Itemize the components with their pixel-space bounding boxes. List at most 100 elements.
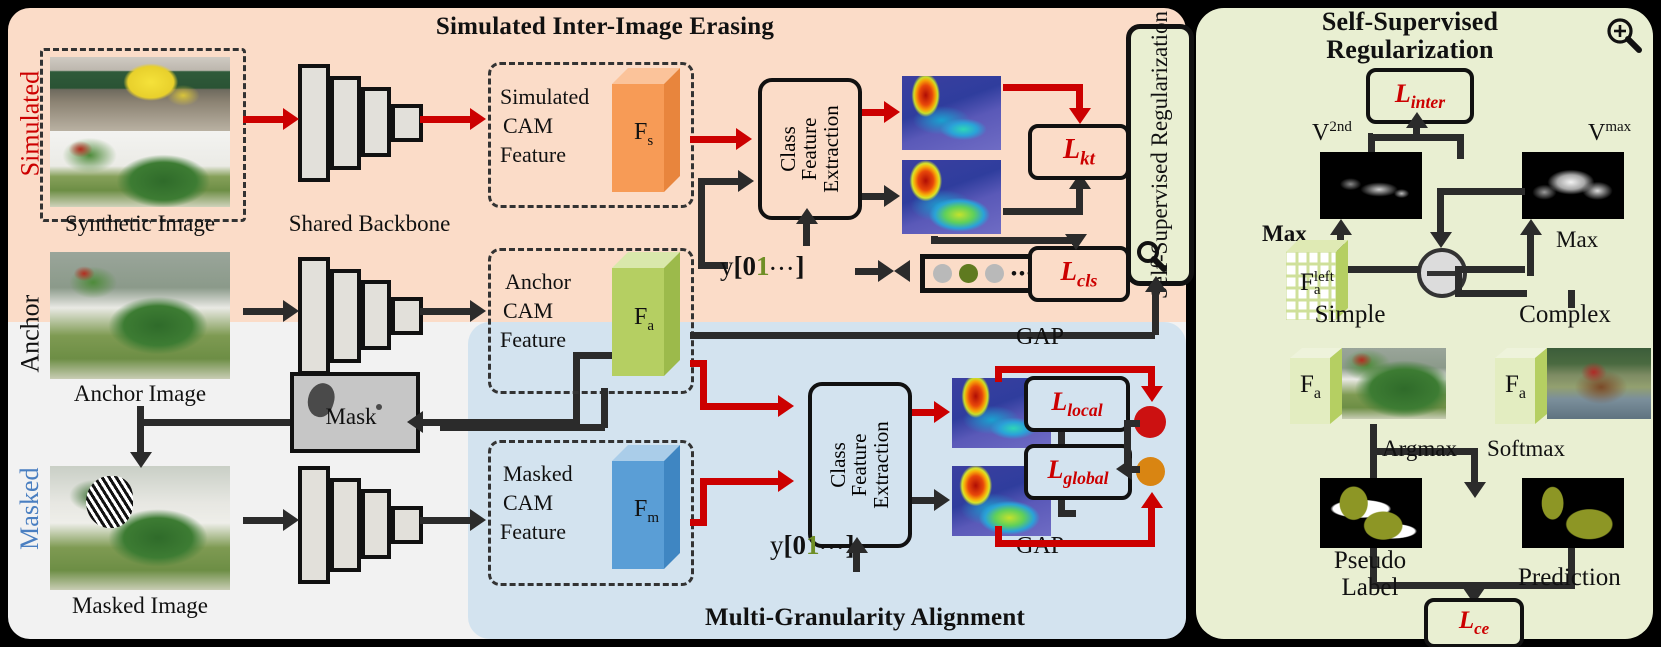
cam-heatmap-simulated xyxy=(902,76,1001,150)
y-open-bottom: [ xyxy=(783,530,793,560)
y-prefix-top: y xyxy=(720,251,734,281)
loss-global-base: L xyxy=(1047,454,1064,484)
masked-cam-line3: Feature xyxy=(500,519,566,544)
gap-top-stub xyxy=(995,366,1002,382)
max-right-arrow-line xyxy=(1527,228,1534,276)
loss-cls-sub: cls xyxy=(1077,270,1098,291)
class-feature-extraction-top: Class Feature Extraction xyxy=(758,78,862,220)
masked-image-caption: Masked Image xyxy=(71,593,209,618)
row-label-masked: Masked xyxy=(14,467,44,550)
synthetic-image-top-half xyxy=(50,57,230,131)
loss-local-sub: local xyxy=(1067,400,1103,421)
loss-global-text: Lglobal xyxy=(1047,455,1108,489)
argmax-label: Argmax xyxy=(1382,436,1457,461)
loss-kt-text: Lkt xyxy=(1063,134,1095,171)
logit-dot-2 xyxy=(959,264,978,283)
marker-global xyxy=(1136,457,1165,486)
masked-cam-line2: CAM xyxy=(503,490,554,515)
loss-ce-base: L xyxy=(1458,607,1475,634)
arrow-masked-to-backbone-head xyxy=(283,509,299,531)
ssr-bus-right-v xyxy=(1457,134,1464,159)
line-vmax-to-minus-h xyxy=(1437,188,1525,195)
arrow-cfe2-to-cam2-head xyxy=(934,489,950,511)
fa-complex-base: F xyxy=(1505,371,1519,398)
max-left-arrow-head xyxy=(1330,219,1352,235)
arrow-camsim-to-lkt-head xyxy=(1069,108,1091,124)
anchor-cam-line3: Feature xyxy=(500,327,566,352)
y-prefix-bottom: y xyxy=(770,530,784,560)
loss-kt-base: L xyxy=(1063,133,1081,165)
logit-dot-1 xyxy=(933,264,952,283)
loss-cls-base: L xyxy=(1060,256,1078,287)
softmax-label: Softmax xyxy=(1487,436,1565,461)
loss-global-sub: global xyxy=(1063,468,1109,489)
complex-sample-image xyxy=(1547,348,1651,419)
arrow-logits-to-y-head xyxy=(894,260,910,282)
title-ssr-line1: Self-Supervised xyxy=(1321,7,1499,36)
fm-base: F xyxy=(634,496,648,522)
simulated-cam-symbol: Fs xyxy=(634,119,654,150)
cfe-bottom-text: Class Feature Extraction xyxy=(826,421,893,508)
arrow-masked-to-backbone-line xyxy=(243,517,286,524)
line-minus-out-h2 xyxy=(1455,290,1527,297)
v-max-base: V xyxy=(1588,120,1606,146)
y-ellipsis-bottom: ··· xyxy=(819,537,846,559)
label-vector-top: y[01···] xyxy=(720,252,805,280)
line-to-complex xyxy=(1568,290,1575,308)
arrow-anchor-to-masked-head xyxy=(130,452,152,468)
loss-cls-text: Lcls xyxy=(1061,256,1098,291)
arrow-fa-to-cfe-vline xyxy=(698,178,705,268)
line-fa-to-cfe2-v xyxy=(700,360,707,408)
gap-top-arrow xyxy=(1141,386,1163,402)
y-open-top: [ xyxy=(733,251,743,281)
loss-inter-text: Linter xyxy=(1395,79,1445,113)
cfe-bottom-line2: Feature xyxy=(847,433,872,497)
mask-stripe-patch xyxy=(86,475,133,528)
loss-kt-box: Lkt xyxy=(1028,124,1130,180)
title-multi-granularity-alignment: Multi-Granularity Alignment xyxy=(705,604,1025,631)
loss-inter-base: L xyxy=(1394,78,1411,108)
fa-left-sub: a xyxy=(1313,282,1321,299)
class-feature-extraction-bottom: Class Feature Extraction xyxy=(808,382,912,548)
logit-dot-3 xyxy=(985,264,1004,283)
y-close-top: ] xyxy=(795,251,805,281)
v-second-label: V2nd xyxy=(1312,119,1352,146)
backbone-simulated xyxy=(298,60,438,182)
arrow-backbone-to-masked-cam-head xyxy=(470,509,486,531)
line-to-lcls-h xyxy=(931,237,1076,244)
max-right-label: Max xyxy=(1556,227,1599,252)
arrow-y-to-cfe-bottom-head xyxy=(846,537,868,553)
pseudo-label-caption-line1: Pseudo xyxy=(1333,547,1407,574)
marker-bracket-h-top xyxy=(1124,420,1140,427)
fs-sub: s xyxy=(647,132,654,149)
line-fa-to-cfe2-h1 xyxy=(690,360,707,367)
pseudo-label-image xyxy=(1320,478,1422,548)
v-max-label: Vmax xyxy=(1588,119,1631,146)
loss-ce-box: Lce xyxy=(1424,598,1524,647)
ssr-vertical-box[interactable]: Self-Supervised Regularization xyxy=(1126,11,1194,299)
masked-cam-symbol: Fm xyxy=(634,496,659,527)
simulated-cam-line2: CAM xyxy=(503,113,554,138)
gap-top-line xyxy=(995,366,1155,373)
arrow-synthetic-to-backbone-head xyxy=(283,108,299,130)
simulated-cam-line3: Feature xyxy=(500,142,566,167)
split-right-down xyxy=(1471,448,1478,486)
arrow-into-ssr-line xyxy=(1152,285,1159,335)
arrow-fa-to-cfe2-head xyxy=(778,395,794,417)
fa-left-base: F xyxy=(1300,269,1314,296)
shared-backbone-label: Shared Backbone xyxy=(288,211,451,236)
backbone-anchor xyxy=(298,253,438,375)
simple-sample-image xyxy=(1342,348,1446,419)
cfe-top-line3: Extraction xyxy=(818,105,843,193)
arrow-fa-to-cfe-head xyxy=(738,170,754,192)
split-right-arrow xyxy=(1464,482,1486,498)
anchor-cam-line2: CAM xyxy=(503,298,554,323)
loss-local-box: Llocal xyxy=(1024,376,1130,432)
complex-label: Complex xyxy=(1519,301,1611,328)
anchor-cam-symbol: Fa xyxy=(634,304,654,335)
loss-cls-box: Lcls xyxy=(1028,246,1130,302)
masked-image xyxy=(50,466,230,590)
arrow-into-ssr-head xyxy=(1145,276,1167,292)
line-fa-to-cfe2-h2 xyxy=(700,403,780,410)
gap-bottom-line xyxy=(995,540,1155,547)
